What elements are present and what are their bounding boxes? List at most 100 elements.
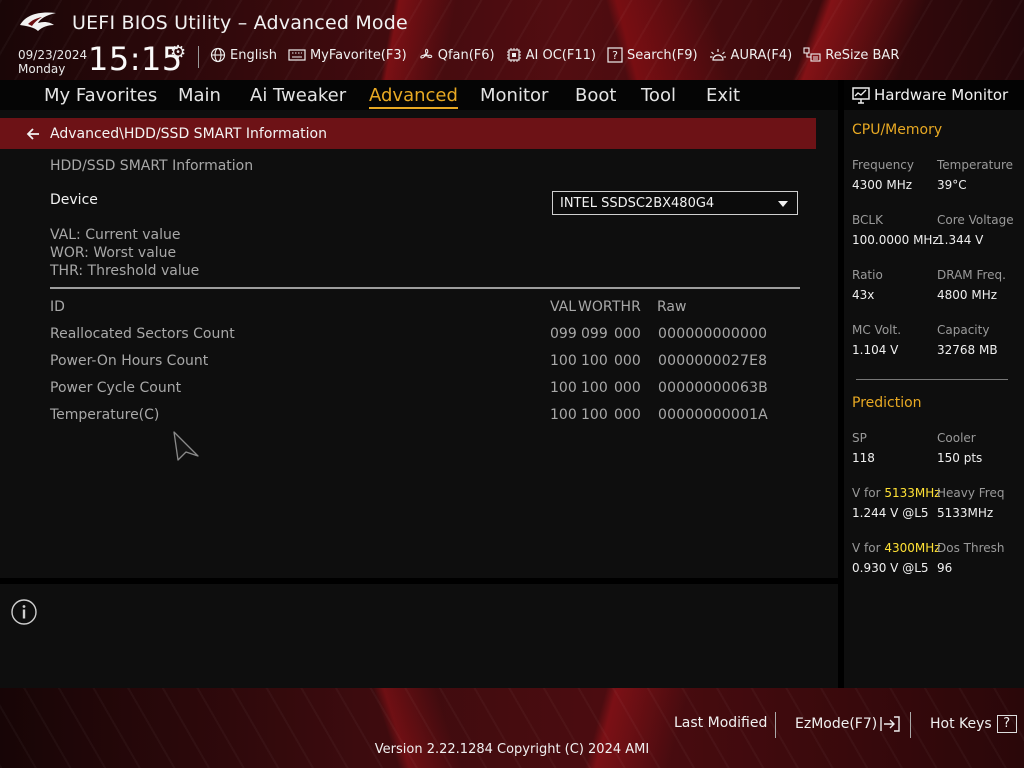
myfavorite-label: MyFavorite(F3) [309, 47, 407, 63]
search-label: Search(F9) [626, 47, 698, 63]
row-wor: 100 [581, 353, 608, 369]
resize-bar-icon [803, 47, 821, 62]
v-for-text: V for [852, 541, 881, 555]
temperature-value: 39°C [937, 178, 967, 192]
legend-val: VAL: Current value [50, 227, 181, 243]
dram-freq-value: 4800 MHz [937, 288, 998, 302]
tab-monitor[interactable]: Monitor [480, 85, 548, 106]
date-display: 09/23/2024 [18, 48, 88, 62]
resize-bar-button[interactable]: ReSize BAR [803, 47, 899, 63]
legend-wor: WOR: Worst value [50, 245, 177, 261]
row-raw: 00000000001A [658, 407, 768, 423]
search-button[interactable]: ? Search(F9) [607, 47, 698, 63]
ezmode-label: EzMode(F7) [795, 716, 878, 732]
legend-thr: THR: Threshold value [50, 263, 200, 279]
column-header-raw: Raw [657, 299, 687, 315]
help-panel [0, 584, 838, 688]
row-wor: 099 [581, 326, 608, 342]
tab-exit[interactable]: Exit [706, 85, 740, 106]
ai-oc-button[interactable]: AI OC(F11) [506, 47, 596, 63]
mc-volt-label: MC Volt. [852, 323, 902, 337]
v-for-label-1: V for 5133MHz [852, 486, 941, 500]
question-icon: ? [996, 715, 1017, 733]
row-thr: 000 [614, 407, 641, 423]
row-val: 100 [550, 407, 577, 423]
tab-my-favorites[interactable]: My Favorites [44, 85, 157, 106]
hardware-monitor-title: Hardware Monitor [874, 86, 1009, 104]
hot-keys-label: Hot Keys [930, 716, 992, 732]
column-header-thr: THR [612, 299, 641, 315]
monitor-icon [852, 86, 870, 104]
temperature-label: Temperature [937, 158, 1014, 172]
aura-label: AURA(F4) [730, 47, 793, 63]
ai-oc-label: AI OC(F11) [525, 47, 596, 63]
tab-tool[interactable]: Tool [641, 85, 676, 106]
capacity-value: 32768 MB [937, 343, 998, 357]
row-thr: 000 [614, 353, 641, 369]
ezmode-button[interactable]: EzMode(F7) [795, 715, 901, 733]
last-modified-label: Last Modified [674, 715, 768, 731]
aura-button[interactable]: AURA(F4) [709, 47, 793, 63]
language-button[interactable]: English [210, 47, 277, 63]
clock-display[interactable]: 15:15 [88, 40, 183, 78]
qfan-label: Qfan(F6) [437, 47, 495, 63]
breadcrumb-path: Advanced\HDD/SSD SMART Information [50, 125, 327, 142]
v-for-label-2: V for 4300MHz [852, 541, 941, 555]
table-row[interactable]: Power-On Hours Count 100 100 000 0000000… [0, 353, 816, 373]
resize-bar-label: ReSize BAR [825, 47, 900, 63]
hardware-monitor-header: Hardware Monitor [844, 80, 1024, 110]
row-id: Power-On Hours Count [50, 353, 209, 369]
chevron-down-icon [778, 201, 788, 207]
gear-icon[interactable]: ⚙ [170, 42, 186, 63]
table-row[interactable]: Power Cycle Count 100 100 000 0000000006… [0, 380, 816, 400]
capacity-label: Capacity [937, 323, 990, 337]
frequency-label: Frequency [852, 158, 914, 172]
app-title: UEFI BIOS Utility – Advanced Mode [72, 12, 408, 34]
row-val: 100 [550, 353, 577, 369]
weekday-display: Monday [18, 62, 66, 76]
row-val: 100 [550, 380, 577, 396]
device-dropdown-value: INTEL SSDSC2BX480G4 [560, 195, 715, 211]
cooler-value: 150 pts [937, 451, 983, 465]
breadcrumb[interactable]: Advanced\HDD/SSD SMART Information [0, 118, 816, 149]
cooler-label: Cooler [937, 431, 976, 445]
main-menu-tabs: My Favorites Main Ai Tweaker Advanced Mo… [0, 80, 838, 110]
tab-ai-tweaker[interactable]: Ai Tweaker [250, 85, 346, 106]
footer-divider [775, 712, 776, 738]
tab-main[interactable]: Main [178, 85, 221, 106]
hardware-monitor-panel: Hardware Monitor CPU/Memory Frequency 43… [844, 80, 1024, 688]
row-raw: 00000000063B [658, 380, 768, 396]
table-row[interactable]: Temperature(C) 100 100 000 00000000001A [0, 407, 816, 427]
prediction-heading: Prediction [852, 395, 922, 411]
header-divider [198, 46, 199, 68]
device-dropdown[interactable]: INTEL SSDSC2BX480G4 [552, 191, 798, 215]
table-row[interactable]: Reallocated Sectors Count 099 099 000 00… [0, 326, 816, 346]
bclk-label: BCLK [852, 213, 883, 227]
v-for-value-2: 0.930 V @L5 [852, 561, 929, 575]
sp-label: SP [852, 431, 867, 445]
qfan-button[interactable]: Qfan(F6) [418, 47, 495, 63]
table-divider [50, 287, 800, 289]
tab-advanced[interactable]: Advanced [369, 85, 458, 109]
hot-keys-button[interactable]: Hot Keys ? [930, 715, 1017, 733]
info-icon [11, 599, 37, 625]
sp-value: 118 [852, 451, 875, 465]
section-title: HDD/SSD SMART Information [50, 158, 254, 174]
row-raw: 000000000000 [658, 326, 768, 342]
last-modified-button[interactable]: Last Modified [674, 715, 767, 731]
exit-to-ezmode-icon [880, 716, 900, 732]
ratio-value: 43x [852, 288, 875, 302]
hardware-monitor-divider [856, 379, 1008, 380]
heavy-freq-value: 5133MHz [937, 506, 994, 520]
v-for-frequency: 5133MHz [884, 486, 941, 500]
toolbar: English MyFavorite(F3) Qfan(F6) AI OC(F1… [210, 47, 910, 63]
rog-logo-icon [20, 12, 56, 31]
row-raw: 0000000027E8 [658, 353, 768, 369]
globe-icon [210, 47, 226, 63]
tab-boot[interactable]: Boot [575, 85, 616, 106]
back-arrow-icon[interactable] [24, 125, 42, 143]
row-thr: 000 [614, 326, 641, 342]
fan-icon [419, 48, 433, 59]
myfavorite-button[interactable]: MyFavorite(F3) [288, 47, 407, 63]
cpu-memory-heading: CPU/Memory [852, 122, 943, 138]
